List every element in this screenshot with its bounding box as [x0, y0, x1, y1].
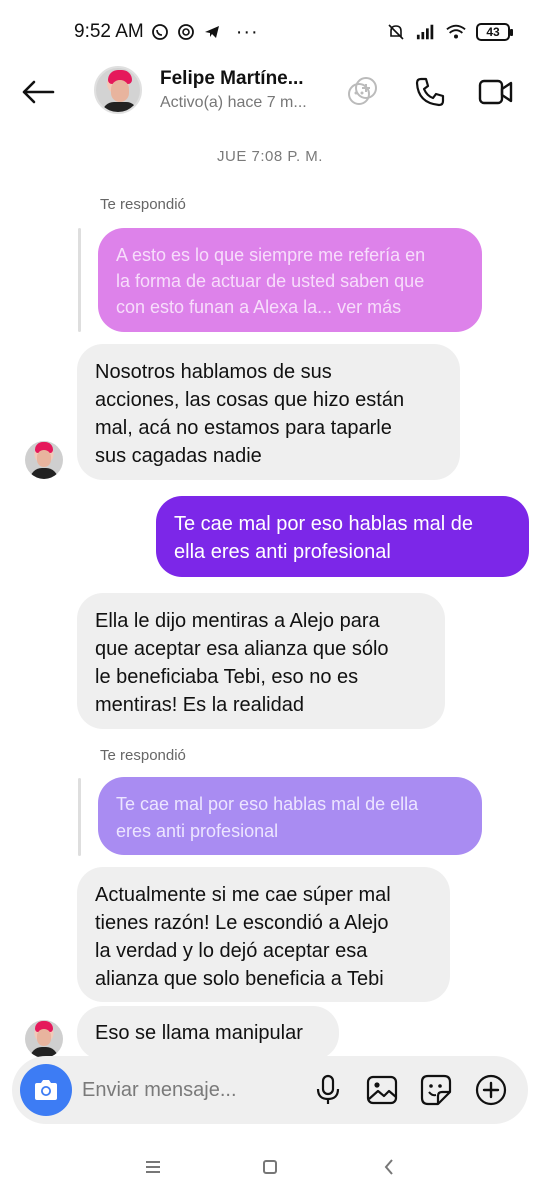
message-line: Eso se llama manipular [95, 1022, 303, 1044]
system-back-button[interactable] [374, 1152, 404, 1182]
received-message[interactable]: Nosotros hablamos de sus acciones, las c… [77, 344, 460, 480]
contact-status: Activo(a) hace 7 m... [160, 94, 307, 111]
message-line: que aceptar esa alianza que sólo [95, 638, 389, 660]
date-divider: JUE 7:08 P. M. [217, 148, 323, 165]
reply-indicator-line [78, 228, 81, 332]
call-button[interactable] [412, 74, 448, 110]
received-message[interactable]: Ella le dijo mentiras a Alejo para que a… [77, 593, 445, 729]
message-line: la verdad y lo dejó aceptar esa [95, 940, 368, 962]
contact-avatar[interactable] [94, 66, 142, 114]
add-people-button[interactable] [345, 74, 381, 110]
camera-button[interactable] [20, 1064, 72, 1116]
camera-icon [35, 1080, 57, 1100]
message-composer [12, 1056, 528, 1124]
chat-header: Felipe Martíne... Activo(a) hace 7 m... [0, 64, 540, 120]
phone-icon [415, 77, 445, 107]
message-line: mentiras! Es la realidad [95, 694, 304, 716]
message-line: Nosotros hablamos de sus [95, 361, 332, 383]
quoted-message[interactable]: A esto es lo que siempre me refería en l… [98, 228, 482, 332]
arrow-left-icon [22, 80, 55, 104]
telegram-icon [202, 22, 222, 42]
message-line: mal, acá no estamos para taparle [95, 417, 392, 439]
plus-circle-icon [475, 1074, 507, 1106]
message-line: sus cagadas nadie [95, 445, 262, 467]
quoted-line: eres anti profesional [116, 821, 279, 841]
square-icon [263, 1160, 277, 1174]
mute-icon [386, 22, 406, 42]
avatar-body [30, 468, 58, 479]
sticker-icon [420, 1074, 452, 1106]
received-message[interactable]: Actualmente si me cae súper mal tienes r… [77, 867, 450, 1002]
avatar-face [37, 1029, 51, 1046]
message-line: tienes razón! Le escondió a Alejo [95, 912, 389, 934]
avatar-face [37, 450, 51, 467]
wifi-icon [446, 22, 466, 42]
system-nav-bar [0, 1140, 540, 1192]
image-icon [366, 1075, 398, 1105]
quoted-line: A esto es lo que siempre me refería en [116, 245, 426, 265]
sender-avatar[interactable] [25, 441, 63, 479]
message-line: alianza que solo beneficia a Tebi [95, 968, 384, 990]
quoted-line: con esto funan a Alexa la... ver más [116, 297, 402, 317]
reply-indicator-line [78, 778, 81, 856]
quoted-line: Te cae mal por eso hablas mal de ella [116, 794, 419, 814]
sender-avatar[interactable] [25, 1020, 63, 1058]
signal-icon [416, 22, 436, 42]
avatar-body [102, 102, 138, 112]
more-options-button[interactable] [473, 1072, 509, 1108]
received-message[interactable]: Eso se llama manipular [77, 1006, 339, 1060]
microphone-icon [316, 1074, 340, 1104]
threads-icon [176, 22, 196, 42]
message-input[interactable] [82, 1072, 282, 1108]
battery-icon: 43 [476, 23, 513, 41]
contact-info[interactable]: Felipe Martíne... Activo(a) hace 7 m... [160, 68, 335, 112]
video-camera-icon [478, 79, 513, 105]
video-call-button[interactable] [478, 74, 514, 110]
more-notifications-icon: ··· [235, 20, 259, 43]
sticker-button[interactable] [418, 1072, 454, 1108]
status-bar: 9:52 AM ··· 43 [0, 0, 540, 64]
status-time: 9:52 AM [74, 21, 144, 42]
home-button[interactable] [255, 1152, 285, 1182]
chat-screen: 9:52 AM ··· 43 Felipe Martíne... Activo(… [0, 0, 540, 1200]
chevron-left-icon [384, 1159, 393, 1175]
gallery-button[interactable] [364, 1072, 400, 1108]
reply-label: Te respondió [100, 747, 186, 764]
menu-lines-icon [146, 1161, 160, 1173]
status-left: 9:52 AM ··· [74, 21, 259, 44]
avatar-face [111, 80, 129, 102]
voice-message-button[interactable] [310, 1072, 346, 1108]
back-button[interactable] [18, 74, 58, 110]
quoted-message[interactable]: Te cae mal por eso hablas mal de ella er… [98, 777, 482, 855]
message-line: Actualmente si me cae súper mal [95, 884, 391, 906]
message-line: le beneficiaba Tebi, eso no es [95, 666, 359, 688]
status-right: 43 [386, 22, 513, 42]
contact-name: Felipe Martíne... [160, 68, 304, 89]
add-people-icon [348, 77, 377, 105]
sent-message[interactable]: Te cae mal por eso hablas mal de ella er… [156, 496, 529, 577]
message-line: ella eres anti profesional [174, 541, 391, 563]
recents-button[interactable] [138, 1152, 168, 1182]
message-line: Ella le dijo mentiras a Alejo para [95, 610, 380, 632]
reply-label: Te respondió [100, 196, 186, 213]
quoted-line: la forma de actuar de usted saben que [116, 271, 425, 291]
message-line: Te cae mal por eso hablas mal de [174, 513, 474, 535]
message-line: acciones, las cosas que hizo están [95, 389, 405, 411]
whatsapp-icon [150, 22, 170, 42]
